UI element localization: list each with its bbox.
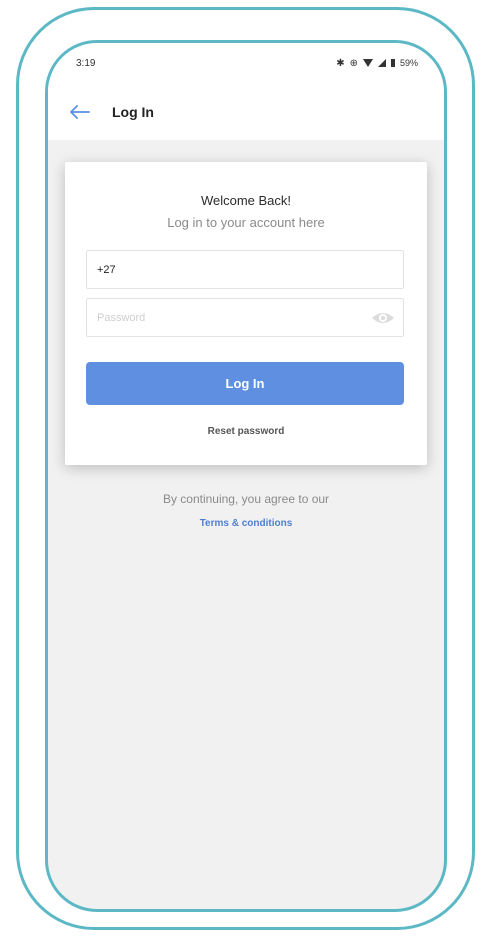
- eye-icon[interactable]: [371, 309, 395, 327]
- password-input[interactable]: [97, 311, 367, 324]
- status-bar: 3:19 ✱ ⊕ 59%: [48, 43, 444, 83]
- phone-field-container: [86, 250, 404, 289]
- agreement-text: By continuing, you agree to our: [162, 492, 330, 506]
- battery-percent: 59%: [399, 58, 418, 68]
- page-title: Log In: [112, 103, 154, 120]
- status-time: 3:19: [76, 57, 96, 69]
- battery-icon: [390, 59, 395, 67]
- login-card: Welcome Back! Log in to your account her…: [65, 162, 427, 465]
- bluetooth-icon: ✱: [336, 57, 345, 69]
- login-subtitle: Log in to your account here: [167, 215, 325, 230]
- signal-icon: [377, 59, 386, 67]
- password-field-container: [86, 298, 404, 337]
- phone-input[interactable]: [97, 263, 367, 276]
- welcome-heading: Welcome Back!: [200, 193, 292, 208]
- app-bar: Log In: [48, 83, 444, 140]
- login-button[interactable]: Log In: [86, 362, 404, 405]
- sync-icon: ⊕: [349, 57, 358, 69]
- terms-link[interactable]: Terms & conditions: [48, 518, 444, 529]
- arrow-left-icon[interactable]: [70, 101, 92, 123]
- phone-screen: 3:19 ✱ ⊕ 59% Log In Welcome Back! Log in…: [45, 40, 447, 912]
- reset-password-link[interactable]: Reset password: [65, 426, 427, 437]
- status-icons: ✱ ⊕ 59%: [336, 58, 418, 69]
- wifi-icon: [362, 59, 373, 67]
